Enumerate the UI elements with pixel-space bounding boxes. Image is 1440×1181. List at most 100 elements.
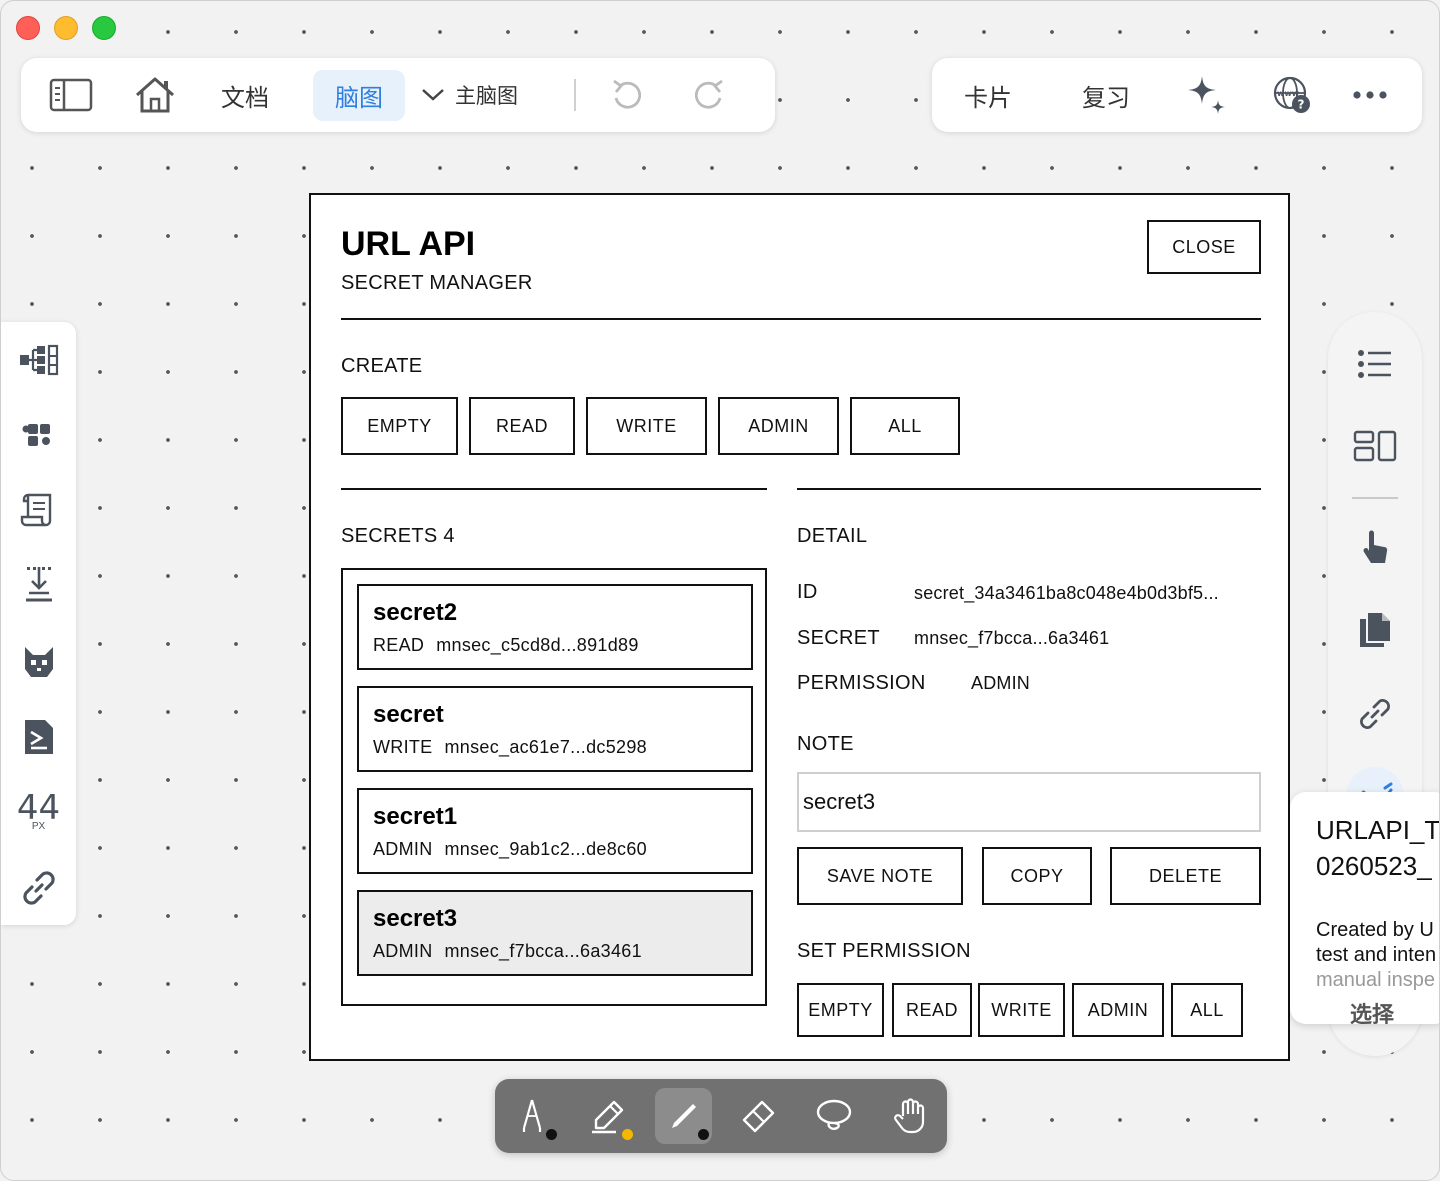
mindmap-node-card[interactable]: URLAPI_T 0260523_ Created by U test and …: [1290, 792, 1440, 1024]
main-mindmap-label: 主脑图: [455, 84, 518, 108]
redo-icon[interactable]: [694, 78, 726, 112]
highlighter-color-dot: [622, 1129, 633, 1140]
highlighter-icon[interactable]: [579, 1088, 636, 1144]
tab-cards-label: 卡片: [964, 83, 1012, 112]
card-description: Created by U test and inten manual inspe: [1316, 918, 1439, 993]
pen-color-dot: [546, 1129, 557, 1140]
window-controls: [16, 16, 116, 40]
pointer-hand-icon[interactable]: [1328, 528, 1422, 568]
tab-review[interactable]: 复习: [1082, 78, 1130, 113]
zoom-window-button[interactable]: [92, 16, 116, 40]
sidebar-toggle-icon[interactable]: [43, 78, 99, 112]
drawing-toolbar: [495, 1079, 947, 1153]
dialog-subtitle: SECRET MANAGER: [341, 272, 533, 294]
web-help-icon[interactable]: www?: [1272, 75, 1312, 115]
undo-icon[interactable]: [610, 78, 642, 112]
cat-icon[interactable]: [1, 642, 76, 682]
id-value: secret_34a3461ba8c048e4b0d3bf5...: [914, 583, 1219, 603]
layout-icon[interactable]: [1328, 426, 1422, 466]
tab-review-label: 复习: [1082, 83, 1130, 112]
secrets-count-label: SECRETS 4: [341, 525, 455, 547]
create-admin-button[interactable]: ADMIN: [718, 397, 839, 455]
close-button[interactable]: CLOSE: [1147, 220, 1261, 274]
secret-meta: ADMIN mnsec_9ab1c2...de8c60: [373, 839, 751, 860]
select-button[interactable]: 选择: [1350, 997, 1394, 1024]
list-item[interactable]: secret2 READ mnsec_c5cd8d...891d89: [357, 584, 753, 670]
set-admin-button[interactable]: ADMIN: [1072, 983, 1164, 1037]
font-size-indicator[interactable]: 44 PX: [1, 788, 76, 834]
set-read-button[interactable]: READ: [892, 983, 972, 1037]
set-write-button[interactable]: WRITE: [978, 983, 1065, 1037]
fountain-pen-icon[interactable]: [503, 1088, 560, 1144]
delete-button[interactable]: DELETE: [1110, 847, 1261, 905]
font-size-unit: PX: [31, 820, 46, 832]
eraser-icon[interactable]: [729, 1088, 786, 1144]
secret-name: secret: [373, 701, 444, 728]
secret-name: secret1: [373, 803, 458, 830]
tab-mindmap[interactable]: 脑图: [313, 69, 405, 121]
secrets-list: secret2 READ mnsec_c5cd8d...891d89 secret…: [341, 568, 767, 1006]
minimize-window-button[interactable]: [54, 16, 78, 40]
note-label: NOTE: [797, 733, 854, 755]
set-empty-button[interactable]: EMPTY: [797, 983, 884, 1037]
create-write-button[interactable]: WRITE: [586, 397, 707, 455]
svg-text:?: ?: [1298, 98, 1305, 112]
card-desc-line2: test and inten: [1316, 944, 1437, 966]
more-icon[interactable]: [1352, 90, 1388, 100]
secret-key: mnsec_9ab1c2...de8c60: [444, 839, 647, 859]
secondary-toolbar: 卡片 复习 www?: [932, 58, 1422, 132]
close-window-button[interactable]: [16, 16, 40, 40]
create-label: CREATE: [341, 355, 423, 377]
app-window: 文档 脑图 主脑图 卡片 复习 www? 44 PX URLAPI_T 0260…: [0, 0, 1440, 1181]
create-read-button[interactable]: READ: [469, 397, 575, 455]
sparkle-icon[interactable]: [1186, 74, 1228, 116]
set-all-button[interactable]: ALL: [1171, 983, 1243, 1037]
secret-key: mnsec_f7bcca...6a3461: [444, 941, 642, 961]
list-item[interactable]: secret1 ADMIN mnsec_9ab1c2...de8c60: [357, 788, 753, 874]
detail-label: DETAIL: [797, 525, 868, 547]
permission-label: PERMISSION: [797, 672, 926, 694]
left-sidebar: 44 PX: [1, 322, 76, 925]
tab-cards[interactable]: 卡片: [964, 78, 1012, 113]
secret-permission: ADMIN: [373, 839, 433, 859]
id-label: ID: [797, 581, 818, 603]
copy-icon[interactable]: [1328, 609, 1422, 651]
detail-divider: [797, 488, 1261, 490]
main-mindmap-dropdown[interactable]: 主脑图: [421, 80, 518, 110]
link-icon[interactable]: [1, 866, 76, 910]
lasso-icon[interactable]: [805, 1088, 862, 1144]
home-icon[interactable]: [127, 75, 183, 115]
tab-docs-label: 文档: [221, 83, 269, 112]
secret-manager-dialog: URL API SECRET MANAGER CLOSE CREATE EMPT…: [309, 193, 1290, 1061]
note-input[interactable]: [797, 772, 1261, 832]
link-icon[interactable]: [1328, 692, 1422, 736]
card-title-line1: URLAPI_T: [1316, 815, 1440, 845]
secret-meta: ADMIN mnsec_f7bcca...6a3461: [373, 941, 751, 962]
secret-name: secret3: [373, 905, 458, 932]
save-note-button[interactable]: SAVE NOTE: [797, 847, 963, 905]
puzzle-icon[interactable]: [1, 417, 76, 453]
create-all-button[interactable]: ALL: [850, 397, 960, 455]
pencil-icon[interactable]: [655, 1088, 712, 1144]
mindmap-structure-icon[interactable]: [1, 342, 76, 378]
download-icon[interactable]: [1, 564, 76, 604]
list-icon[interactable]: [1328, 344, 1422, 384]
document-chart-icon[interactable]: [1, 717, 76, 757]
create-empty-button[interactable]: EMPTY: [341, 397, 458, 455]
hand-icon[interactable]: [881, 1088, 938, 1144]
toolbar-divider: [574, 79, 576, 111]
secret-permission: READ: [373, 635, 425, 655]
secret-label: SECRET: [797, 627, 880, 649]
list-item-selected[interactable]: secret3 ADMIN mnsec_f7bcca...6a3461: [357, 890, 753, 976]
tab-docs[interactable]: 文档: [221, 78, 269, 113]
secret-meta: WRITE mnsec_ac61e7...dc5298: [373, 737, 751, 758]
secret-meta: READ mnsec_c5cd8d...891d89: [373, 635, 751, 656]
copy-button[interactable]: COPY: [982, 847, 1092, 905]
list-item[interactable]: secret WRITE mnsec_ac61e7...dc5298: [357, 686, 753, 772]
set-permission-label: SET PERMISSION: [797, 940, 971, 962]
right-sidebar-divider: [1352, 497, 1398, 499]
secret-key: mnsec_ac61e7...dc5298: [444, 737, 647, 757]
scroll-icon[interactable]: [1, 490, 76, 530]
header-divider: [341, 318, 1261, 320]
secret-permission: ADMIN: [373, 941, 433, 961]
